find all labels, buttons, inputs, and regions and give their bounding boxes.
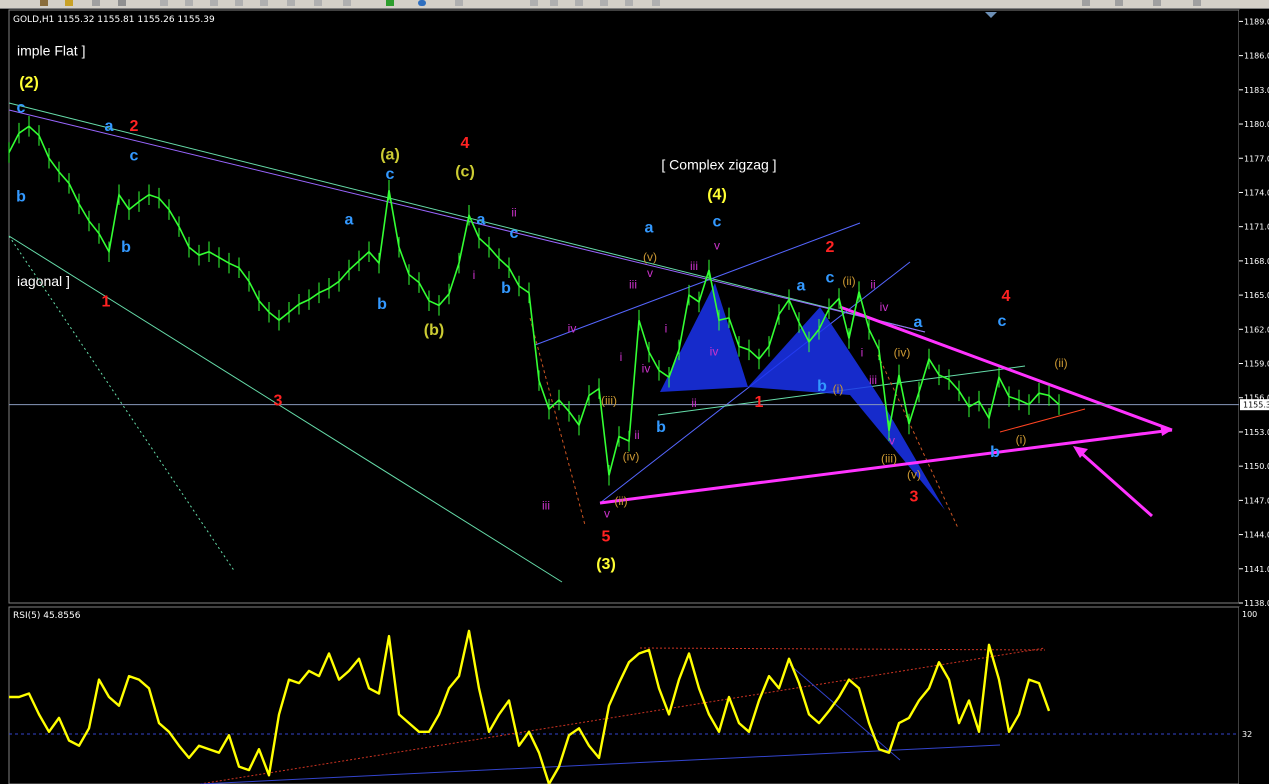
wave-label: iii [542, 498, 550, 512]
price-tick-label: 1165.0 [1244, 291, 1269, 300]
wave-label: a [477, 211, 486, 228]
wave-label: ii [511, 205, 516, 219]
wave-label: i [620, 350, 623, 364]
wave-label: i [665, 322, 668, 336]
wave-label: (iv) [623, 449, 640, 463]
rsi-axis [1239, 607, 1269, 784]
wave-label: (iv) [894, 346, 911, 360]
price-tick-label: 1147.0 [1244, 496, 1269, 505]
wave-label: c [130, 148, 139, 165]
wave-label: b [377, 296, 387, 313]
wave-label: (b) [424, 322, 444, 339]
wave-label: (ii) [614, 494, 627, 508]
wave-label: iii [869, 373, 877, 387]
wave-label: (iii) [601, 394, 617, 408]
wave-label: v [647, 266, 653, 280]
wave-label: c [510, 225, 519, 242]
wave-label: (v) [643, 250, 657, 264]
wave-label: (iii) [881, 452, 897, 466]
price-tick-label: 1144.0 [1244, 531, 1269, 540]
wave-label: (i) [1016, 432, 1027, 446]
wave-label: (c) [455, 163, 475, 180]
wave-label: 1 [102, 294, 111, 311]
wave-label: a [345, 211, 354, 228]
wave-label: (a) [380, 146, 400, 163]
wave-label: c [998, 313, 1007, 330]
wave-label: c [826, 270, 835, 287]
wave-label: 1 [755, 394, 764, 411]
wave-label: 2 [130, 118, 139, 135]
wave-label: (2) [19, 75, 39, 92]
wave-label: iii [629, 277, 637, 291]
wave-label: ii [870, 277, 875, 291]
price-tick-label: 1138.0 [1244, 599, 1269, 608]
wave-label: (3) [596, 556, 616, 573]
price-tick-label: 1174.0 [1244, 188, 1269, 197]
wave-label: 2 [826, 239, 835, 256]
wave-label: (4) [707, 186, 727, 203]
wave-label: iv [880, 300, 889, 314]
price-tick-label: 1168.0 [1244, 257, 1269, 266]
rsi-header: RSI(5) 45.8556 [13, 611, 81, 621]
wave-label: (v) [907, 468, 921, 482]
wave-label: b [990, 444, 1000, 461]
wave-label: v [889, 433, 895, 447]
wave-label: b [501, 280, 511, 297]
symbol-header: GOLD,H1 1155.32 1155.81 1155.26 1155.39 [13, 15, 215, 25]
wave-label: b [817, 378, 827, 395]
wave-label: c [17, 100, 26, 117]
price-axis [1239, 10, 1269, 603]
wave-label: (i) [833, 382, 844, 396]
price-tick-label: 1141.0 [1244, 565, 1269, 574]
wave-label: b [656, 419, 666, 436]
price-tick-label: 1150.0 [1244, 462, 1269, 471]
chart-window[interactable]: GOLD,H1 1155.32 1155.81 1155.26 1155.39 … [0, 0, 1269, 784]
price-tick-label: 1159.0 [1244, 360, 1269, 369]
wave-label: imple Flat ] [17, 43, 85, 59]
wave-label: ii [634, 428, 639, 442]
wave-label: ii [691, 396, 696, 410]
wave-label: c [386, 166, 395, 183]
wave-label: iagonal ] [17, 273, 70, 289]
wave-label: a [105, 118, 114, 135]
wave-label: i [861, 346, 864, 360]
rsi-tick-label: 100 [1242, 610, 1257, 619]
price-tick-label: 1180.0 [1244, 120, 1269, 129]
wave-label: 4 [1002, 288, 1011, 305]
main-chart-frame [8, 9, 1240, 604]
price-tick-label: 1153.0 [1244, 428, 1269, 437]
wave-label: (ii) [1054, 356, 1067, 370]
current-price-label: 1155.39 [1243, 401, 1269, 410]
wave-label: a [797, 278, 806, 295]
rsi-frame [8, 606, 1240, 784]
wave-label: (ii) [842, 274, 855, 288]
wave-label: 3 [910, 489, 919, 506]
wave-label: b [121, 239, 131, 256]
wave-label: v [604, 506, 610, 520]
wave-label: 3 [274, 393, 283, 410]
price-tick-label: 1186.0 [1244, 52, 1269, 61]
rsi-tick-label: 32 [1242, 730, 1252, 739]
wave-label: b [16, 189, 26, 206]
price-tick-label: 1162.0 [1244, 325, 1269, 334]
wave-label: c [713, 214, 722, 231]
price-tick-label: 1183.0 [1244, 86, 1269, 95]
wave-label: 5 [602, 528, 611, 545]
wave-label: a [914, 314, 923, 331]
price-tick-label: 1189.0 [1244, 17, 1269, 26]
wave-label: 4 [461, 135, 470, 152]
wave-label: v [714, 238, 720, 252]
price-tick-label: 1171.0 [1244, 223, 1269, 232]
wave-label: iv [568, 322, 577, 336]
wave-label: iv [642, 362, 651, 376]
wave-label: i [473, 268, 476, 282]
wave-label: iv [710, 345, 719, 359]
wave-label: a [645, 219, 654, 236]
wave-label: iii [690, 259, 698, 273]
wave-label: [ Complex zigzag ] [661, 157, 776, 173]
price-tick-label: 1177.0 [1244, 154, 1269, 163]
